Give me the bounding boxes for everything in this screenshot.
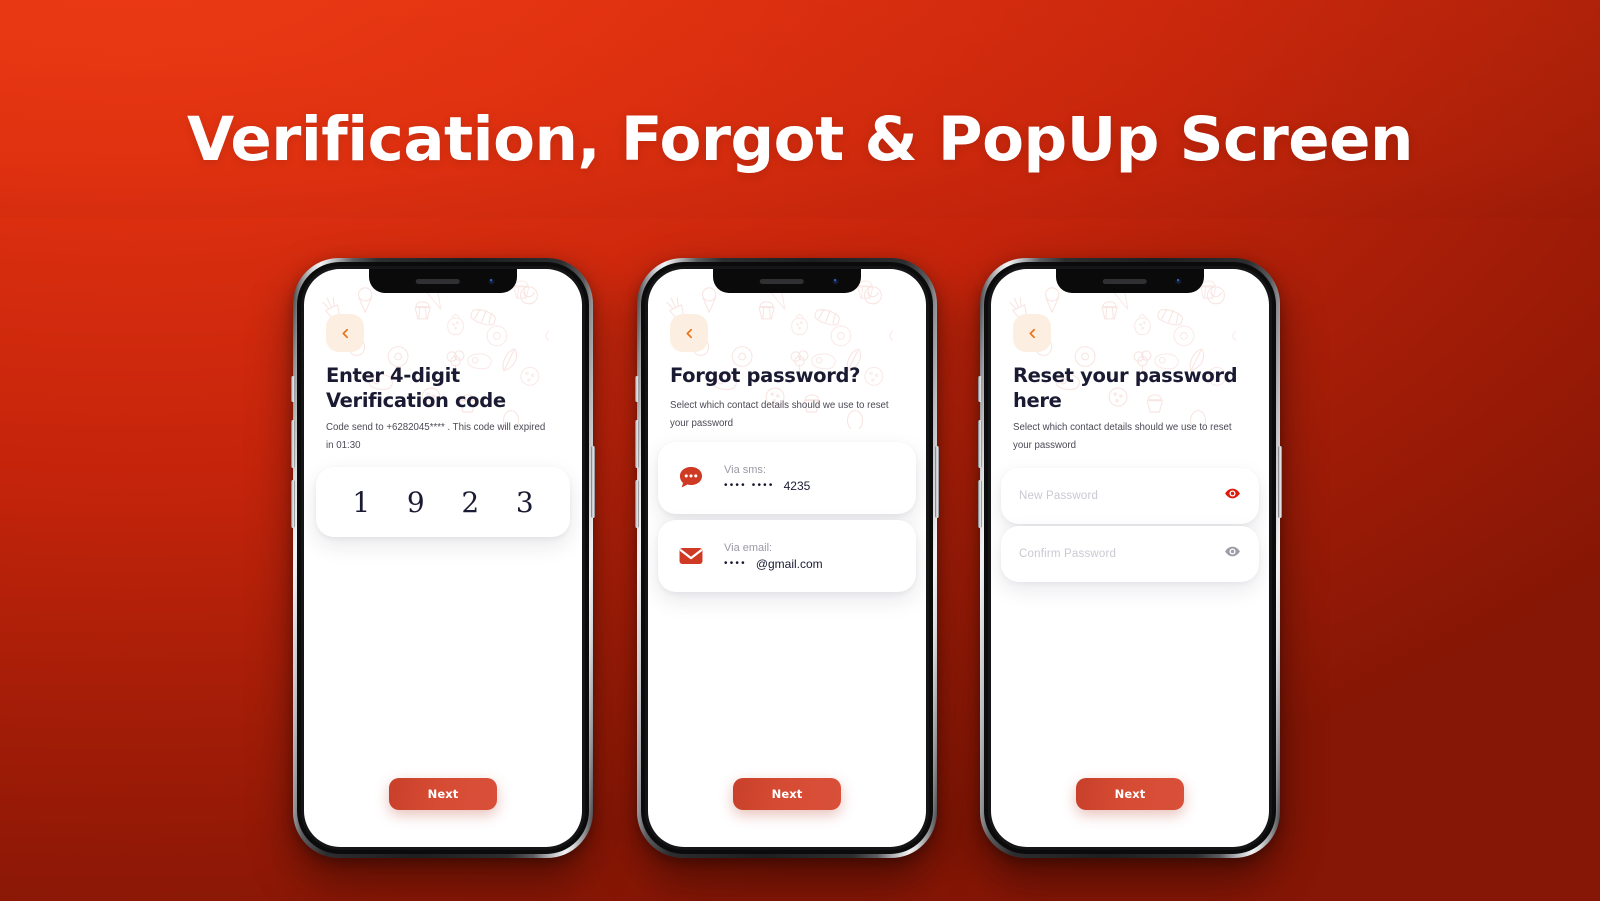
volume-down-button[interactable] — [635, 480, 639, 528]
new-password-placeholder: New Password — [1019, 490, 1099, 502]
chevron-left-icon — [1028, 328, 1035, 338]
otp-digit-3[interactable]: 2 — [461, 486, 479, 519]
page-subtext: Code send to +6282045**** . This code wi… — [326, 422, 546, 451]
front-camera — [1175, 277, 1182, 285]
volume-up-button[interactable] — [291, 420, 295, 468]
otp-digit-4[interactable]: 3 — [516, 486, 534, 519]
back-button[interactable] — [670, 314, 708, 352]
volume-up-button[interactable] — [978, 420, 982, 468]
chevron-left-icon — [685, 328, 692, 338]
contact-option-sms[interactable]: Via sms: •••• •••• 4235 — [658, 442, 916, 514]
page-heading: Enter 4-digit Verification code — [326, 364, 558, 413]
back-button[interactable] — [326, 314, 364, 352]
power-button[interactable] — [1278, 446, 1282, 518]
mute-switch[interactable] — [291, 376, 295, 402]
confirm-password-field[interactable]: Confirm Password — [1001, 526, 1259, 582]
heading-line-1: Reset your password — [1013, 364, 1238, 387]
mute-switch[interactable] — [978, 376, 982, 402]
page-title: Verification, Forgot & PopUp Screen — [187, 104, 1413, 175]
eye-visible-icon[interactable] — [1224, 485, 1241, 507]
phone-screen-verification: Enter 4-digit Verification code Code sen… — [304, 269, 582, 847]
eye-hidden-icon[interactable] — [1224, 543, 1241, 565]
phone-mockup-reset-password: Reset your password here Select which co… — [978, 258, 1282, 858]
earpiece-speaker — [415, 278, 460, 284]
page-subtext: Select which contact details should we u… — [1013, 422, 1232, 451]
phone-mockup-forgot-password: Forgot password? Select which contact de… — [635, 258, 939, 858]
contact-option-email[interactable]: Via email: •••• @gmail.com — [658, 520, 916, 592]
power-button[interactable] — [591, 446, 595, 518]
contact-option-value: •••• @gmail.com — [724, 558, 823, 570]
new-password-field[interactable]: New Password — [1001, 468, 1259, 524]
phone-screen-reset-password: Reset your password here Select which co… — [991, 269, 1269, 847]
heading-line-1: Forgot password? — [670, 364, 861, 387]
page-heading: Forgot password? — [670, 364, 902, 389]
notch — [1056, 269, 1204, 293]
volume-down-button[interactable] — [978, 480, 982, 528]
earpiece-speaker — [759, 278, 804, 284]
phone-screen-forgot-password: Forgot password? Select which contact de… — [648, 269, 926, 847]
volume-up-button[interactable] — [635, 420, 639, 468]
otp-digit-2[interactable]: 9 — [407, 486, 425, 519]
mute-switch[interactable] — [635, 376, 639, 402]
next-button[interactable]: Next — [733, 778, 841, 810]
visible-digits: 4235 — [783, 478, 811, 493]
front-camera — [488, 277, 495, 285]
notch — [369, 269, 517, 293]
masked-digits: •••• •••• — [724, 479, 775, 491]
front-camera — [832, 277, 839, 285]
notch — [713, 269, 861, 293]
heading-line-2: here — [1013, 388, 1062, 412]
otp-digit-1[interactable]: 1 — [352, 486, 370, 519]
contact-option-label: Via email: — [724, 541, 773, 554]
chevron-left-icon — [341, 328, 348, 338]
next-button[interactable]: Next — [389, 778, 497, 810]
visible-domain: @gmail.com — [755, 556, 823, 571]
power-button[interactable] — [935, 446, 939, 518]
heading-line-1: Enter 4-digit — [326, 364, 460, 387]
envelope-icon — [674, 539, 708, 573]
next-button[interactable]: Next — [1076, 778, 1184, 810]
chat-bubble-icon — [674, 461, 708, 495]
phone-mockup-verification: Enter 4-digit Verification code Code sen… — [291, 258, 595, 858]
masked-digits: •••• — [724, 557, 747, 569]
contact-option-label: Via sms: — [724, 463, 766, 476]
earpiece-speaker — [1102, 278, 1147, 284]
back-button[interactable] — [1013, 314, 1051, 352]
volume-down-button[interactable] — [291, 480, 295, 528]
otp-code-card[interactable]: 1 9 2 3 — [316, 467, 570, 537]
heading-line-2: Verification code — [326, 388, 506, 412]
contact-option-value: •••• •••• 4235 — [724, 480, 810, 492]
page-subtext: Select which contact details should we u… — [670, 400, 889, 429]
page-heading: Reset your password here — [1013, 364, 1245, 413]
confirm-password-placeholder: Confirm Password — [1019, 548, 1117, 560]
